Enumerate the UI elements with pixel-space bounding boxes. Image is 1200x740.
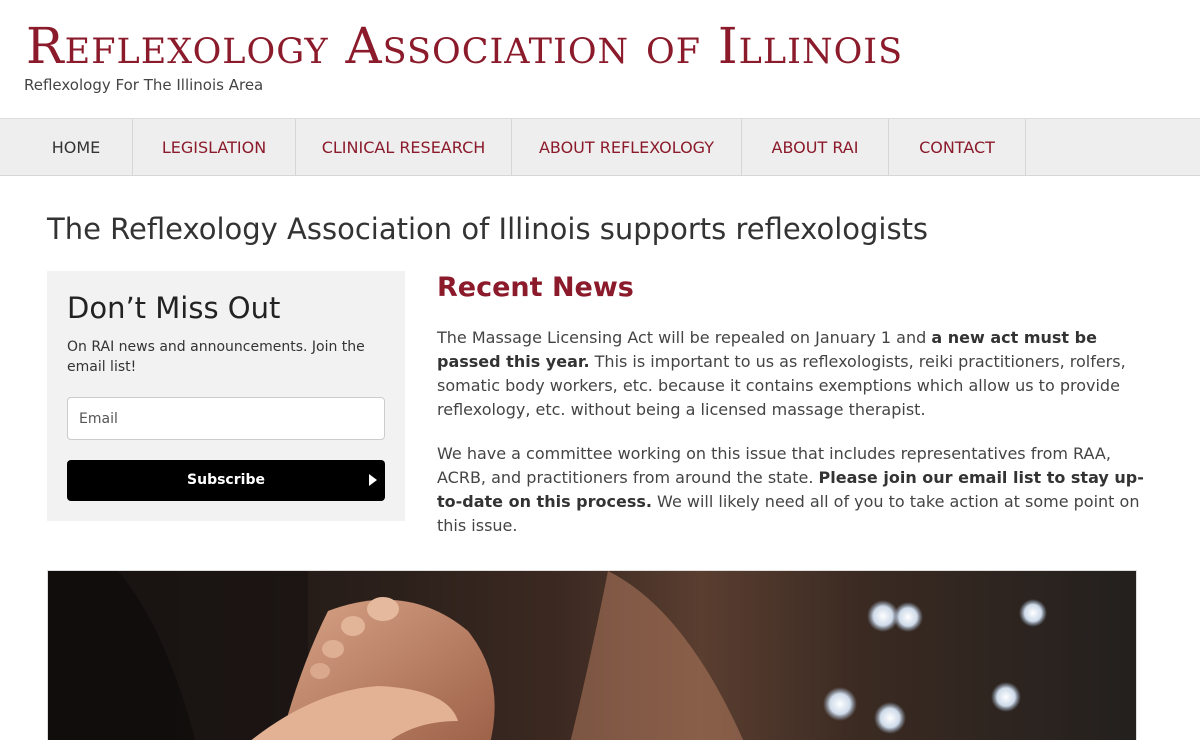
- hero-photo-illustration: [48, 571, 1047, 740]
- news-paragraph: The Massage Licensing Act will be repeal…: [437, 326, 1157, 422]
- recent-news: Recent News The Massage Licensing Act wi…: [437, 270, 1157, 558]
- nav-item-about-reflexology[interactable]: ABOUT REFLEXOLOGY: [512, 119, 742, 175]
- hero-image: [47, 570, 1137, 740]
- news-paragraph: We have a committee working on this issu…: [437, 442, 1157, 538]
- site-header: Reflexology Association of Illinois Refl…: [0, 0, 1200, 118]
- nav-item-home[interactable]: HOME: [20, 119, 133, 175]
- nav-item-legislation[interactable]: LEGISLATION: [133, 119, 296, 175]
- signup-text: On RAI news and announcements. Join the …: [67, 339, 365, 375]
- signup-title: Don’t Miss Out: [67, 291, 281, 325]
- nav-item-clinical-research[interactable]: CLINICAL RESEARCH: [296, 119, 512, 175]
- main-nav: HOME LEGISLATION CLINICAL RESEARCH ABOUT…: [0, 118, 1200, 176]
- email-signup-box: Don’t Miss Out On RAI news and announcem…: [47, 271, 405, 521]
- nav-item-contact[interactable]: CONTACT: [889, 119, 1026, 175]
- nav-item-about-rai[interactable]: ABOUT RAI: [742, 119, 889, 175]
- site-tagline: Reflexology For The Illinois Area: [24, 76, 264, 94]
- arrow-right-icon: [369, 474, 377, 486]
- email-field[interactable]: [67, 397, 385, 440]
- subscribe-button-label: Subscribe: [187, 472, 265, 488]
- subscribe-button[interactable]: Subscribe: [67, 460, 385, 501]
- news-text: The Massage Licensing Act will be repeal…: [437, 328, 932, 347]
- page-heading: The Reflexology Association of Illinois …: [47, 212, 929, 246]
- site-title[interactable]: Reflexology Association of Illinois: [26, 14, 903, 78]
- news-title: Recent News: [437, 272, 634, 303]
